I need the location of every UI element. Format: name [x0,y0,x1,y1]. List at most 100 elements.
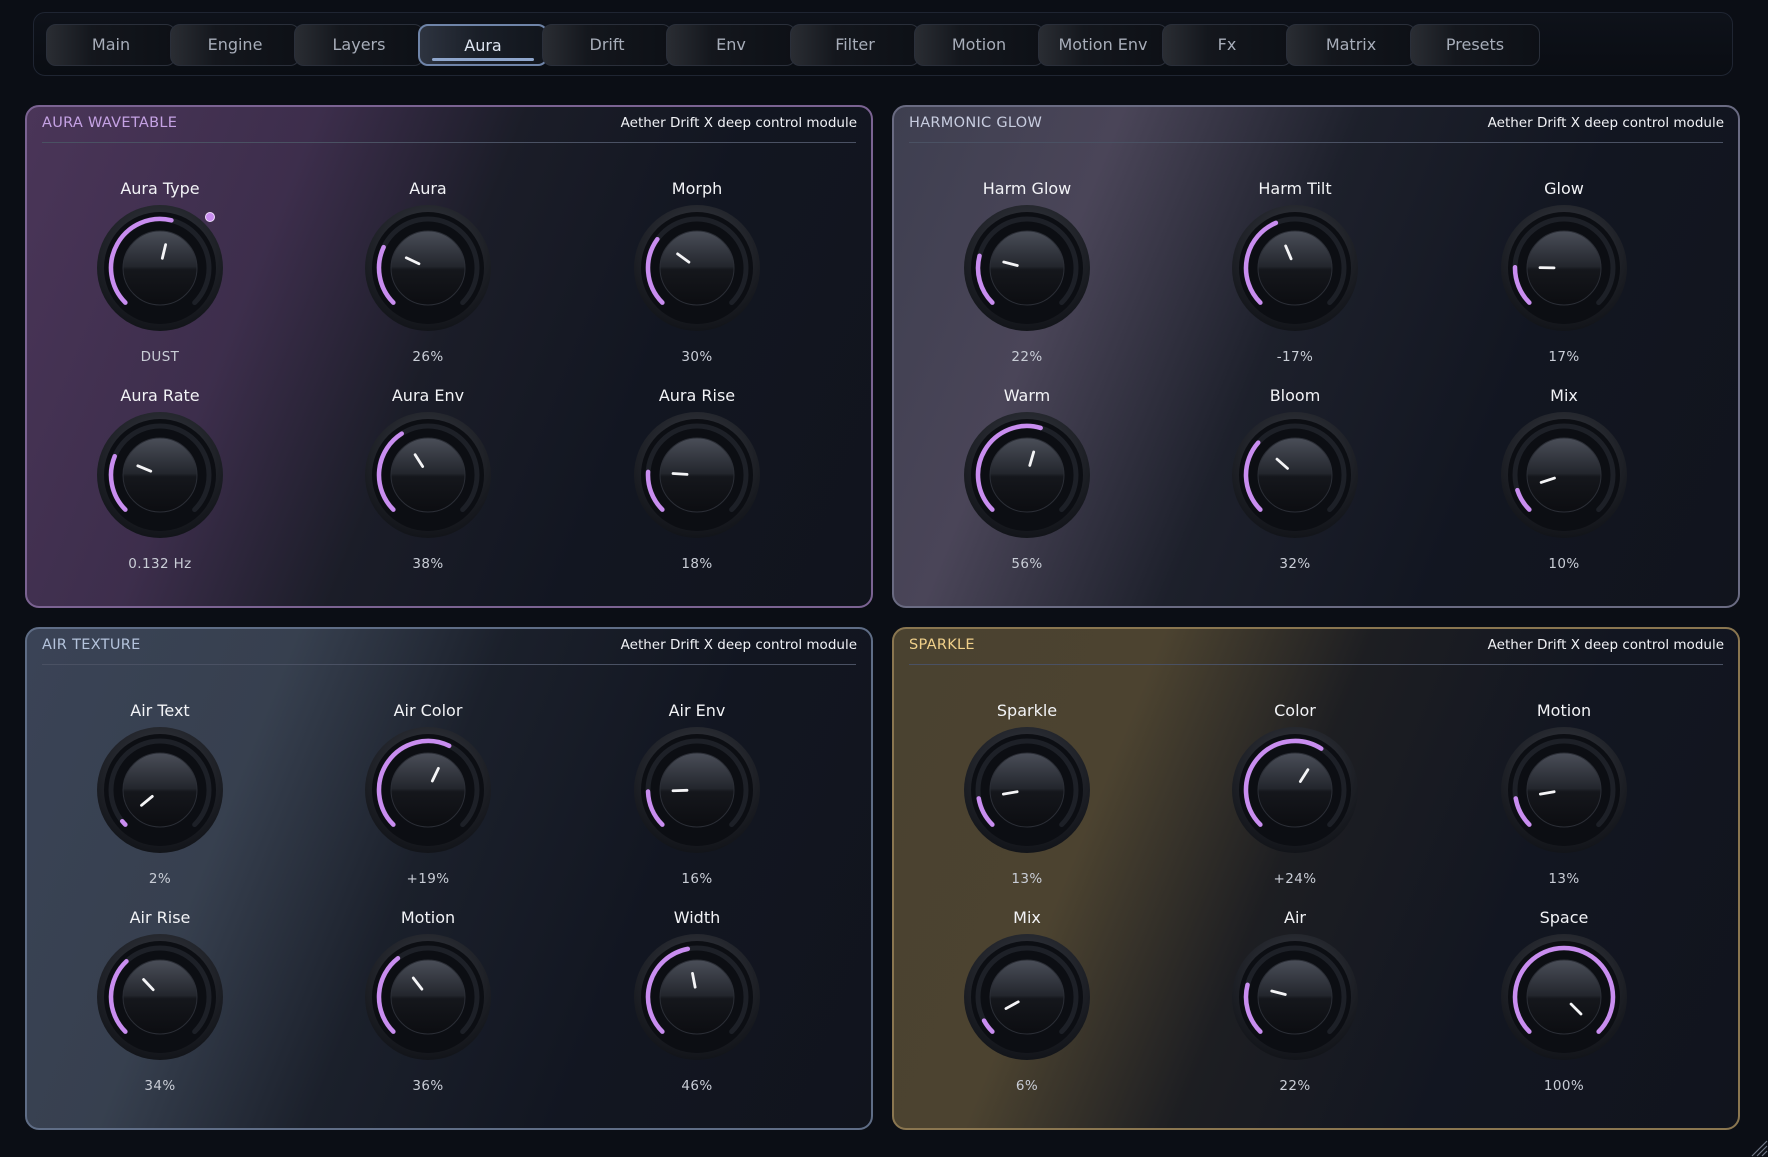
resize-grip-icon[interactable] [1746,1135,1768,1157]
knob-motion[interactable] [363,932,493,1062]
knob-value: 13% [1011,871,1043,887]
knob-cell-sparkle: Sparkle 13% [927,701,1127,908]
panel-title: HARMONIC GLOW [909,115,1043,131]
knob-cell-air-color: Air Color +19% [328,701,528,908]
knob-cell-aura-rate: Aura Rate 0.132 Hz [60,386,260,593]
knob-value: 46% [681,1078,713,1094]
panel-title: AIR TEXTURE [42,637,141,653]
knob-bloom[interactable] [1230,410,1360,540]
knob-value: 36% [412,1078,444,1094]
knob-cell-width: Width 46% [597,908,797,1115]
knob-label: Warm [1003,386,1051,405]
knob-air-rise[interactable] [95,932,225,1062]
knob-cell-aura-type: Aura Type DUST [60,179,260,386]
knob-value: 30% [681,349,713,365]
tab-main[interactable]: Main [46,24,176,66]
knob-cell-mix: Mix 10% [1464,386,1664,593]
knob-label: Aura Env [391,386,465,405]
knob-label: Motion [1536,701,1592,720]
tab-drift[interactable]: Drift [542,24,672,66]
knob-aura-type[interactable] [95,203,225,333]
knob-value: 16% [681,871,713,887]
knob-sparkle[interactable] [962,725,1092,855]
knob-value: 22% [1279,1078,1311,1094]
knob-harm-glow[interactable] [962,203,1092,333]
knob-cell-mix: Mix 6% [927,908,1127,1115]
knob-aura[interactable] [363,203,493,333]
tab-presets[interactable]: Presets [1410,24,1540,66]
knob-value: 0.132 Hz [128,556,192,572]
knob-aura-rate[interactable] [95,410,225,540]
tab-matrix[interactable]: Matrix [1286,24,1416,66]
knob-air[interactable] [1230,932,1360,1062]
panel-title: SPARKLE [909,637,975,653]
knob-value: 18% [681,556,713,572]
knob-cell-morph: Morph 30% [597,179,797,386]
header-divider [42,664,856,665]
panel-subtitle: Aether Drift X deep control module [1487,115,1724,131]
header-divider [909,142,1723,143]
knob-aura-rise[interactable] [632,410,762,540]
knob-cell-motion: Motion 13% [1464,701,1664,908]
knob-label: Bloom [1269,386,1321,405]
knob-label: Sparkle [996,701,1058,720]
knob-value: 17% [1548,349,1580,365]
knob-air-env[interactable] [632,725,762,855]
knob-motion[interactable] [1499,725,1629,855]
knob-label: Air Text [130,701,190,720]
panel-aura-wavetable: AURA WAVETABLE Aether Drift X deep contr… [25,105,873,608]
knob-label: Space [1539,908,1589,927]
knob-color[interactable] [1230,725,1360,855]
knob-mix[interactable] [962,932,1092,1062]
knob-warm[interactable] [962,410,1092,540]
panel-subtitle: Aether Drift X deep control module [1487,637,1724,653]
knob-label: Air [1284,908,1306,927]
tab-motion[interactable]: Motion [914,24,1044,66]
knob-cell-air: Air 22% [1195,908,1395,1115]
knob-aura-env[interactable] [363,410,493,540]
knob-value: 38% [412,556,444,572]
panel-harmonic-glow: HARMONIC GLOW Aether Drift X deep contro… [892,105,1740,608]
knob-cell-harm-glow: Harm Glow 22% [927,179,1127,386]
knob-value: DUST [140,349,180,365]
knob-cell-air-rise: Air Rise 34% [60,908,260,1115]
knob-label: Morph [671,179,723,198]
knob-width[interactable] [632,932,762,1062]
knob-value: 2% [148,871,172,887]
knob-air-color[interactable] [363,725,493,855]
knob-label: Aura Rise [658,386,736,405]
knob-cell-air-env: Air Env 16% [597,701,797,908]
knob-morph[interactable] [632,203,762,333]
tab-filter[interactable]: Filter [790,24,920,66]
knob-cell-aura-rise: Aura Rise 18% [597,386,797,593]
knob-label: Motion [400,908,456,927]
tab-layers[interactable]: Layers [294,24,424,66]
panel-sparkle: SPARKLE Aether Drift X deep control modu… [892,627,1740,1130]
knob-mix[interactable] [1499,410,1629,540]
tab-env[interactable]: Env [666,24,796,66]
tab-fx[interactable]: Fx [1162,24,1292,66]
tab-aura[interactable]: Aura [418,24,548,66]
knob-value: 22% [1011,349,1043,365]
tab-bar: Main Engine Layers Aura Drift Env Filter Motion… [33,12,1733,76]
tab-engine[interactable]: Engine [170,24,300,66]
knob-harm-tilt[interactable] [1230,203,1360,333]
knob-label: Color [1274,701,1316,720]
knob-air-text[interactable] [95,725,225,855]
knob-cell-warm: Warm 56% [927,386,1127,593]
knob-label: Aura Type [120,179,200,198]
tab-motion-env[interactable]: Motion Env [1038,24,1168,66]
knob-cell-air-text: Air Text 2% [60,701,260,908]
header-divider [909,664,1723,665]
knob-cell-motion: Motion 36% [328,908,528,1115]
knob-value: +24% [1273,871,1317,887]
knob-label: Mix [1550,386,1578,405]
knob-value: 56% [1011,556,1043,572]
knob-label: Air Rise [129,908,191,927]
knob-space[interactable] [1499,932,1629,1062]
knob-value: 10% [1548,556,1580,572]
knob-glow[interactable] [1499,203,1629,333]
knob-cell-harm-tilt: Harm Tilt -17% [1195,179,1395,386]
panel-subtitle: Aether Drift X deep control module [620,637,857,653]
knob-cell-bloom: Bloom 32% [1195,386,1395,593]
